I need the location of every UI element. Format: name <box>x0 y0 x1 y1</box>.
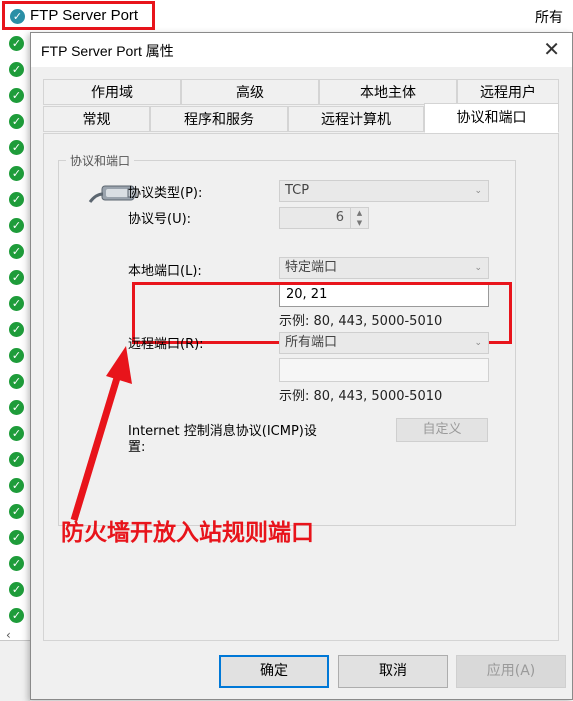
enabled-check-icon: ✓ <box>9 530 24 545</box>
enabled-check-icon: ✓ <box>9 322 24 337</box>
protocol-number-value: 6 <box>335 210 344 225</box>
enabled-check-icon: ✓ <box>9 114 24 129</box>
tab-remote-users[interactable]: 远程用户 <box>457 79 559 105</box>
chevron-down-icon: ⌄ <box>474 338 482 348</box>
enabled-check-icon: ✓ <box>9 296 24 311</box>
enabled-check-icon: ✓ <box>9 504 24 519</box>
tab-scope[interactable]: 作用域 <box>43 79 181 105</box>
local-port-select-value: 特定端口 <box>285 260 338 275</box>
tab-protocols-ports[interactable]: 协议和端口 <box>424 103 559 133</box>
enabled-check-icon: ✓ <box>9 426 24 441</box>
properties-dialog: FTP Server Port 属性 ✕ 作用域 高级 本地主体 远程用户 常规… <box>30 32 573 700</box>
tab-general[interactable]: 常规 <box>43 106 150 132</box>
enabled-check-icon: ✓ <box>9 582 24 597</box>
ok-button[interactable]: 确定 <box>219 655 329 688</box>
rules-list-header: ✓ FTP Server Port 所有 <box>0 0 573 32</box>
enabled-check-icon: ✓ <box>9 140 24 155</box>
enabled-check-icon: ✓ <box>9 374 24 389</box>
enabled-check-icon: ✓ <box>9 608 24 623</box>
enabled-check-icon: ✓ <box>9 270 24 285</box>
protocol-type-select[interactable]: TCP ⌄ <box>279 180 489 202</box>
cancel-button[interactable]: 取消 <box>338 655 448 688</box>
protocols-ports-panel: 协议和端口 协议类型(P): TCP ⌄ 协议号(U): 6 ▲ ▼ 本地端口(L… <box>43 133 559 641</box>
column-header-all: 所有 <box>535 10 563 26</box>
enabled-check-icon: ✓ <box>9 88 24 103</box>
close-icon[interactable]: ✕ <box>543 37 560 61</box>
dialog-title: FTP Server Port 属性 <box>41 43 174 59</box>
tab-local-principals[interactable]: 本地主体 <box>319 79 457 105</box>
enabled-check-icon: ✓ <box>9 452 24 467</box>
icmp-settings-label: Internet 控制消息协议(ICMP)设 <box>128 424 317 439</box>
protocol-number-stepper[interactable]: 6 ▲ ▼ <box>279 207 369 229</box>
tab-remote-computers[interactable]: 远程计算机 <box>288 106 424 132</box>
enabled-check-icon: ✓ <box>9 192 24 207</box>
protocol-type-value: TCP <box>285 183 310 198</box>
list-bottom-bar <box>0 640 30 701</box>
remote-port-select-value: 所有端口 <box>285 335 338 350</box>
enabled-check-icon: ✓ <box>9 166 24 181</box>
protocol-type-label: 协议类型(P): <box>128 186 203 201</box>
rule-highlight-box <box>2 1 155 30</box>
remote-port-label: 远程端口(R): <box>128 337 204 352</box>
annotation-text: 防火墙开放入站规则端口 <box>61 520 314 546</box>
enabled-check-icon: ✓ <box>9 244 24 259</box>
tab-advanced[interactable]: 高级 <box>181 79 319 105</box>
customize-button[interactable]: 自定义 <box>396 418 488 442</box>
enabled-check-icon: ✓ <box>9 556 24 571</box>
enabled-check-icon: ✓ <box>9 400 24 415</box>
tab-strip: 作用域 高级 本地主体 远程用户 常规 程序和服务 远程计算机 协议和端口 <box>43 79 559 134</box>
remote-port-input[interactable] <box>279 358 489 382</box>
stepper-arrows-icon[interactable]: ▲ ▼ <box>350 208 368 228</box>
group-title: 协议和端口 <box>66 152 135 169</box>
red-arrow-icon <box>70 346 132 522</box>
enabled-check-icon: ✓ <box>9 62 24 77</box>
enabled-check-icon: ✓ <box>9 218 24 233</box>
local-port-label: 本地端口(L): <box>128 264 202 279</box>
remote-port-hint: 示例: 80, 443, 5000-5010 <box>279 389 443 404</box>
enabled-check-icon: ✓ <box>9 348 24 363</box>
enabled-check-icon: ✓ <box>9 478 24 493</box>
apply-button[interactable]: 应用(A) <box>456 655 566 688</box>
local-port-select[interactable]: 特定端口 ⌄ <box>279 257 489 279</box>
dialog-titlebar: FTP Server Port 属性 ✕ <box>31 33 572 67</box>
chevron-down-icon: ⌄ <box>474 186 482 196</box>
chevron-down-icon: ⌄ <box>474 263 482 273</box>
tab-programs-services[interactable]: 程序和服务 <box>150 106 288 132</box>
enabled-check-icon: ✓ <box>9 36 24 51</box>
protocol-number-label: 协议号(U): <box>128 212 192 227</box>
remote-port-select[interactable]: 所有端口 ⌄ <box>279 332 489 354</box>
